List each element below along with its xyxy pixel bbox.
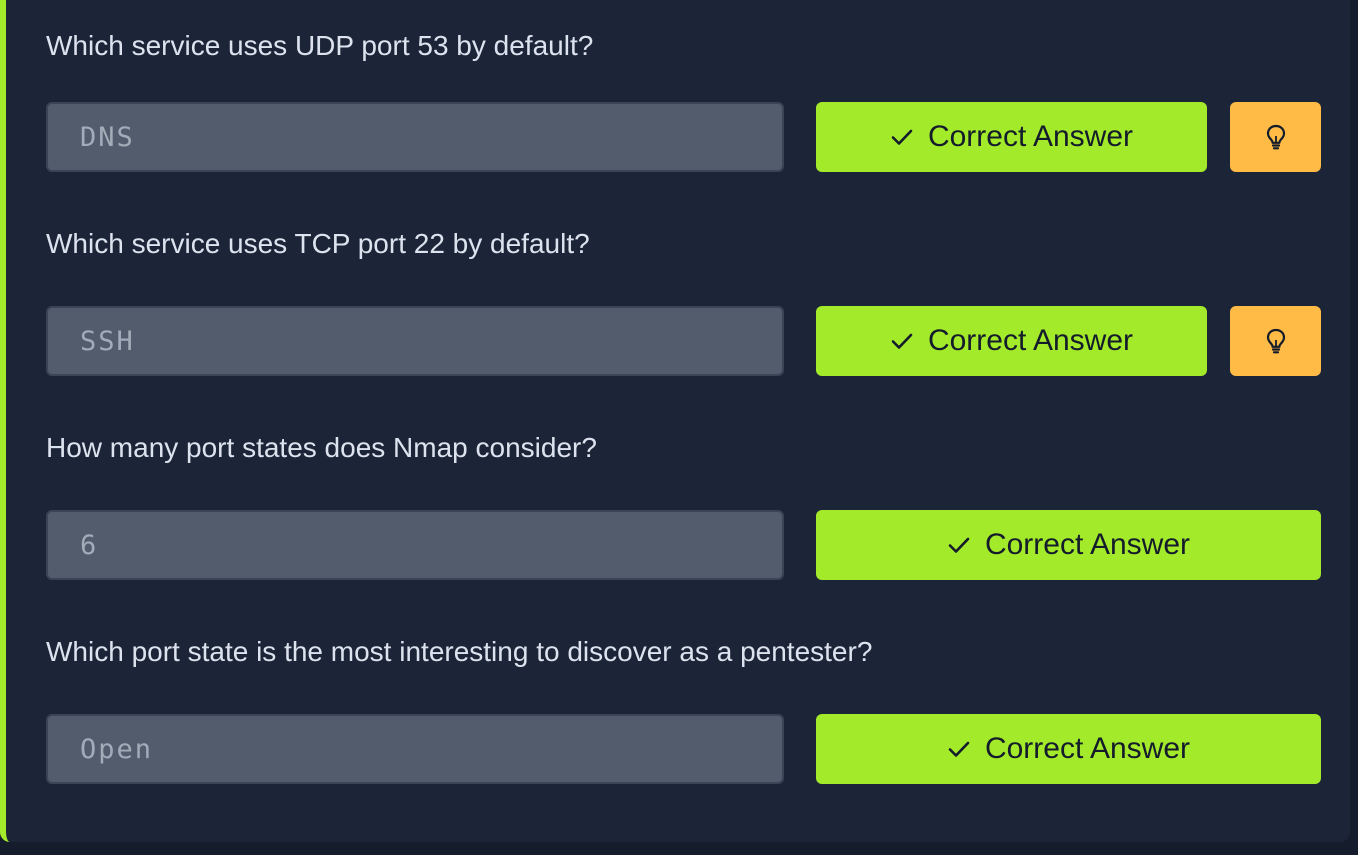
question-text: How many port states does Nmap consider? [46, 432, 597, 463]
answer-field[interactable] [46, 102, 784, 172]
question-text: Which port state is the most interesting… [46, 636, 873, 667]
correct-answer-button[interactable]: Correct Answer [816, 714, 1321, 784]
correct-answer-button[interactable]: Correct Answer [816, 306, 1207, 376]
lightbulb-icon [1266, 124, 1285, 150]
task-questions-panel: Which service uses UDP port 53 by defaul… [0, 0, 1350, 842]
hint-button[interactable] [1230, 306, 1321, 376]
check-icon [891, 129, 913, 145]
question-text: Which service uses TCP port 22 by defaul… [46, 228, 590, 259]
correct-answer-label: Correct Answer [984, 528, 1191, 561]
correct-answer-label: Correct Answer [927, 120, 1134, 153]
check-icon [948, 537, 970, 553]
correct-answer-label: Correct Answer [984, 732, 1191, 765]
answer-field[interactable] [46, 306, 784, 376]
hint-button[interactable] [1230, 102, 1321, 172]
answer-field[interactable] [46, 714, 784, 784]
correct-answer-button[interactable]: Correct Answer [816, 102, 1207, 172]
correct-answer-button[interactable]: Correct Answer [816, 510, 1321, 580]
answer-field[interactable] [46, 510, 784, 580]
question-text: Which service uses UDP port 53 by defaul… [46, 30, 594, 61]
correct-answer-label: Correct Answer [927, 324, 1134, 357]
check-icon [948, 741, 970, 757]
check-icon [891, 333, 913, 349]
lightbulb-icon [1266, 328, 1285, 354]
